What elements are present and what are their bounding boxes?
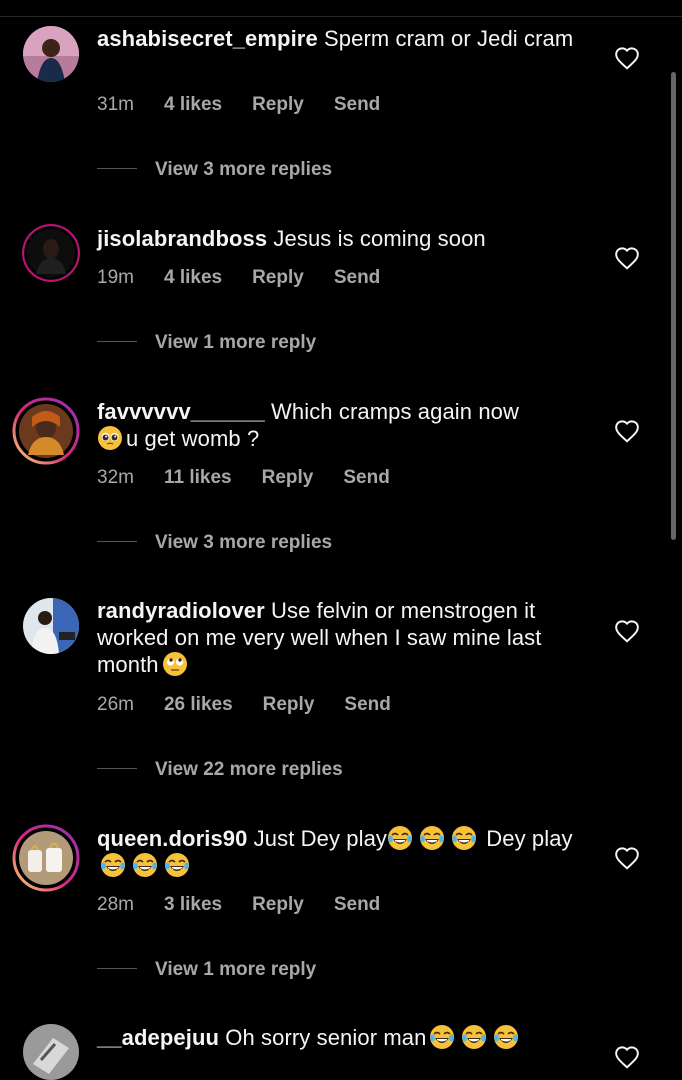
replies-dash bbox=[97, 541, 137, 542]
comment-likes[interactable]: 4 likes bbox=[164, 267, 222, 288]
send-button[interactable]: Send bbox=[334, 894, 380, 915]
comment-text: Jesus is coming soon bbox=[267, 226, 486, 251]
comment-likes[interactable]: 26 likes bbox=[164, 694, 233, 715]
reply-button[interactable]: Reply bbox=[252, 894, 304, 915]
comment-username[interactable]: __adepejuu bbox=[97, 1025, 219, 1050]
face-with-tears-of-joy-icon bbox=[461, 1024, 487, 1050]
comment-text: Sperm cram or Jedi cram bbox=[317, 26, 574, 51]
comment-time: 32m bbox=[97, 467, 134, 488]
reply-button[interactable]: Reply bbox=[252, 267, 304, 288]
comment-meta: 31m 4 likes Reply Send bbox=[97, 94, 410, 116]
face-with-tears-of-joy-icon bbox=[493, 1024, 519, 1050]
reply-button[interactable]: Reply bbox=[263, 694, 315, 715]
comment-time: 19m bbox=[97, 267, 134, 288]
view-replies-button[interactable]: View 1 more reply bbox=[97, 332, 316, 354]
heart-outline-icon[interactable] bbox=[614, 846, 640, 870]
pleading-face-icon bbox=[97, 425, 123, 451]
comment-body: __adepejuu Oh sorry senior man bbox=[97, 1024, 597, 1051]
avatar[interactable] bbox=[22, 224, 80, 282]
reply-button[interactable]: Reply bbox=[252, 94, 304, 115]
send-button[interactable]: Send bbox=[344, 694, 390, 715]
avatar[interactable] bbox=[23, 598, 79, 654]
comment-meta: 28m 3 likes Reply Send bbox=[97, 894, 410, 916]
face-with-tears-of-joy-icon bbox=[132, 852, 158, 878]
comment-body: favvvvvv______ Which cramps again now u g… bbox=[97, 398, 597, 452]
avatar[interactable] bbox=[23, 1024, 79, 1080]
send-button[interactable]: Send bbox=[334, 94, 380, 115]
replies-dash bbox=[97, 768, 137, 769]
comment-body: jisolabrandboss Jesus is coming soon bbox=[97, 225, 597, 252]
comment-text: u get womb ? bbox=[126, 426, 260, 451]
comment-username[interactable]: ashabisecret_empire bbox=[97, 26, 318, 51]
view-replies-label: View 1 more reply bbox=[155, 332, 317, 353]
comment-text: Just Dey play bbox=[247, 826, 388, 851]
heart-outline-icon[interactable] bbox=[614, 246, 640, 270]
avatar[interactable] bbox=[12, 824, 80, 892]
replies-dash bbox=[97, 341, 137, 342]
comment-text: Dey play bbox=[480, 826, 573, 851]
view-replies-button[interactable]: View 3 more replies bbox=[97, 532, 332, 554]
view-replies-button[interactable]: View 22 more replies bbox=[97, 759, 343, 781]
face-rolling-eyes-icon bbox=[162, 651, 188, 677]
heart-outline-icon[interactable] bbox=[614, 46, 640, 70]
face-with-tears-of-joy-icon bbox=[387, 825, 413, 851]
comment-text: Which cramps again now bbox=[264, 399, 519, 424]
view-replies-label: View 22 more replies bbox=[155, 759, 343, 780]
heart-outline-icon[interactable] bbox=[614, 419, 640, 443]
comment-body: queen.doris90 Just Dey play Dey play bbox=[97, 825, 597, 879]
comment-meta: 26m 26 likes Reply Send bbox=[97, 694, 421, 716]
comment-username[interactable]: queen.doris90 bbox=[97, 826, 247, 851]
comment-time: 26m bbox=[97, 694, 134, 715]
heart-outline-icon[interactable] bbox=[614, 619, 640, 643]
view-replies-label: View 1 more reply bbox=[155, 959, 317, 980]
view-replies-label: View 3 more replies bbox=[155, 159, 333, 180]
avatar[interactable] bbox=[23, 26, 79, 82]
comment-time: 28m bbox=[97, 894, 134, 915]
comment-username[interactable]: favvvvvv______ bbox=[97, 399, 265, 424]
comment-username[interactable]: randyradiolover bbox=[97, 598, 265, 623]
face-with-tears-of-joy-icon bbox=[419, 825, 445, 851]
comment-likes[interactable]: 3 likes bbox=[164, 894, 222, 915]
comment-likes[interactable]: 4 likes bbox=[164, 94, 222, 115]
comment-username[interactable]: jisolabrandboss bbox=[97, 226, 267, 251]
view-replies-button[interactable]: View 1 more reply bbox=[97, 959, 316, 981]
face-with-tears-of-joy-icon bbox=[429, 1024, 455, 1050]
face-with-tears-of-joy-icon bbox=[451, 825, 477, 851]
comment-meta: 32m 11 likes Reply Send bbox=[97, 467, 420, 489]
view-replies-label: View 3 more replies bbox=[155, 532, 333, 553]
face-with-tears-of-joy-icon bbox=[164, 852, 190, 878]
comment-time: 31m bbox=[97, 94, 134, 115]
send-button[interactable]: Send bbox=[334, 267, 380, 288]
view-replies-button[interactable]: View 3 more replies bbox=[97, 159, 332, 181]
scrollbar[interactable] bbox=[671, 72, 676, 540]
heart-outline-icon[interactable] bbox=[614, 1045, 640, 1069]
top-divider bbox=[0, 0, 682, 17]
replies-dash bbox=[97, 168, 137, 169]
comment-likes[interactable]: 11 likes bbox=[164, 467, 232, 488]
replies-dash bbox=[97, 968, 137, 969]
avatar[interactable] bbox=[12, 397, 80, 465]
reply-button[interactable]: Reply bbox=[262, 467, 314, 488]
comment-body: ashabisecret_empire Sperm cram or Jedi c… bbox=[97, 25, 597, 52]
comment-text: Oh sorry senior man bbox=[219, 1025, 427, 1050]
face-with-tears-of-joy-icon bbox=[100, 852, 126, 878]
send-button[interactable]: Send bbox=[343, 467, 389, 488]
comment-body: randyradiolover Use felvin or menstrogen… bbox=[97, 597, 597, 678]
comment-meta: 19m 4 likes Reply Send bbox=[97, 267, 410, 289]
